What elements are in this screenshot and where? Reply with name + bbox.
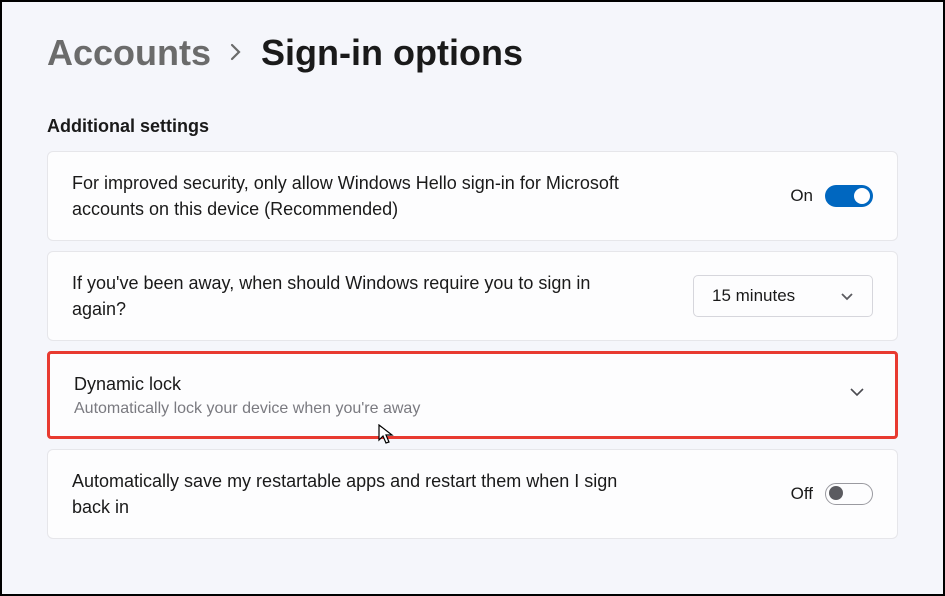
- setting-label: For improved security, only allow Window…: [72, 170, 632, 222]
- restart-apps-toggle[interactable]: [825, 483, 873, 505]
- windows-hello-toggle[interactable]: [825, 185, 873, 207]
- section-heading-additional-settings: Additional settings: [47, 116, 898, 137]
- chevron-down-icon: [840, 289, 854, 303]
- select-value: 15 minutes: [712, 286, 795, 306]
- toggle-state-label: Off: [791, 484, 813, 504]
- toggle-state-label: On: [790, 186, 813, 206]
- page-title: Sign-in options: [261, 32, 523, 74]
- signin-timeout-select[interactable]: 15 minutes: [693, 275, 873, 317]
- setting-card-dynamic-lock[interactable]: Dynamic lock Automatically lock your dev…: [47, 351, 898, 438]
- toggle-group: Off: [791, 483, 873, 505]
- setting-text-group: Dynamic lock Automatically lock your dev…: [74, 372, 420, 417]
- setting-subtitle: Automatically lock your device when you'…: [74, 400, 420, 418]
- toggle-group: On: [790, 185, 873, 207]
- setting-card-windows-hello: For improved security, only allow Window…: [47, 151, 898, 241]
- setting-card-restart-apps: Automatically save my restartable apps a…: [47, 449, 898, 539]
- setting-label: Automatically save my restartable apps a…: [72, 468, 632, 520]
- setting-label: If you've been away, when should Windows…: [72, 270, 632, 322]
- breadcrumb-parent[interactable]: Accounts: [47, 32, 211, 74]
- setting-card-signin-timeout: If you've been away, when should Windows…: [47, 251, 898, 341]
- chevron-down-icon: [849, 384, 871, 405]
- chevron-right-icon: [229, 38, 243, 69]
- breadcrumb: Accounts Sign-in options: [47, 32, 898, 74]
- setting-title: Dynamic lock: [74, 372, 420, 397]
